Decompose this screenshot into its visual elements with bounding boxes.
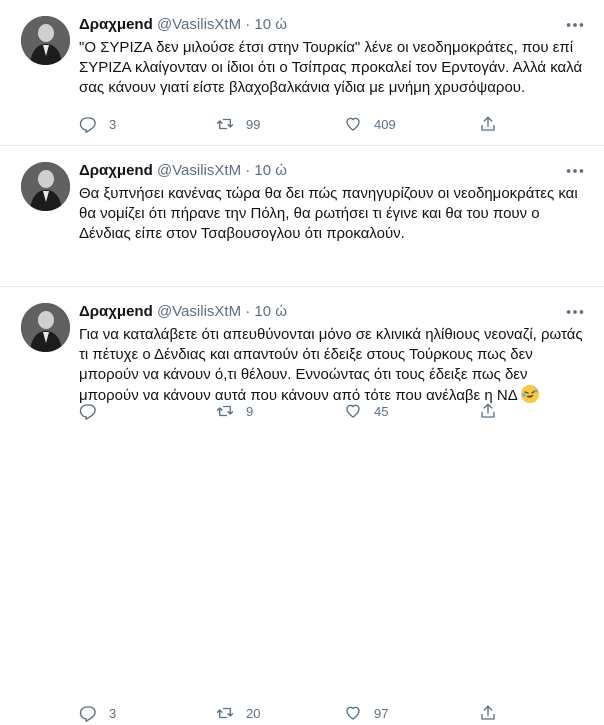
display-name[interactable]: Δραχμend [79,162,153,179]
tweet-text-content: Για να καταλάβετε ότι απευθύνονται μόνο … [79,326,583,404]
heart-icon [346,706,360,720]
more-icon[interactable] [564,160,586,182]
like-count: 97 [374,705,389,721]
avatar[interactable] [21,162,70,211]
reply-button[interactable]: 3 [79,112,116,136]
rolling-on-floor-laughing-emoji [521,385,540,403]
tweet-text: Για να καταλάβετε ότι απευθύνονται μόνο … [79,325,589,406]
retweet-count: 20 [246,705,261,721]
user-handle[interactable]: @VasilisXtM [157,16,241,33]
heart-icon [346,117,360,131]
retweet-count: 99 [246,116,261,132]
retweet-icon [216,118,234,130]
separator-dot: · [245,16,251,33]
separator-dot: · [245,303,251,320]
more-icon[interactable] [564,301,586,323]
user-handle[interactable]: @VasilisXtM [157,303,241,320]
like-button[interactable]: 409 [344,112,396,136]
tweet-actions: 3 99 409 [79,112,579,136]
like-button[interactable]: 97 [344,701,388,725]
retweet-icon [216,707,234,719]
reply-count: 3 [109,705,117,721]
avatar[interactable] [21,16,70,65]
user-handle[interactable]: @VasilisXtM [157,162,241,179]
timestamp[interactable]: 10 ώ [254,162,287,179]
tweet-header: Δραχμend @VasilisXtM · 10 ώ [79,15,287,35]
avatar[interactable] [21,303,70,352]
tweet[interactable]: Δραχμend @VasilisXtM · 10 ώ Για να καταλ… [0,287,604,722]
reply-button[interactable]: 3 [79,701,116,725]
reply-icon [79,117,96,133]
retweet-button[interactable]: 99 [216,112,260,136]
tweet[interactable]: Δραχμend @VasilisXtM · 10 ώ "Ο ΣΥΡΙΖΑ δε… [0,0,604,146]
retweet-button[interactable]: 20 [216,701,260,725]
tweet-header: Δραχμend @VasilisXtM · 10 ώ [79,161,287,181]
share-icon [481,705,495,720]
tweet-text: Θα ξυπνήσει κανένας τώρα θα δει πώς πανη… [79,185,578,242]
share-button[interactable] [479,701,509,725]
tweet[interactable]: Δραχμend @VasilisXtM · 10 ώ Θα ξυπνήσει … [0,146,604,420]
share-icon [481,116,495,131]
display-name[interactable]: Δραχμend [79,16,153,33]
timestamp[interactable]: 10 ώ [254,16,287,33]
like-count: 409 [374,116,396,132]
tweet-actions: 3 20 97 [79,701,579,725]
reply-count: 3 [109,116,117,132]
timestamp[interactable]: 10 ώ [254,303,287,320]
tweet-header: Δραχμend @VasilisXtM · 10 ώ [79,302,287,322]
tweet-text: "Ο ΣΥΡΙΖΑ δεν μιλούσε έτσι στην Τουρκία"… [79,39,583,96]
reply-icon [79,706,96,722]
tweet-feed: Δραχμend @VasilisXtM · 10 ώ "Ο ΣΥΡΙΖΑ δε… [0,0,604,722]
share-button[interactable] [479,112,509,136]
separator-dot: · [245,162,251,179]
display-name[interactable]: Δραχμend [79,303,153,320]
more-icon[interactable] [564,14,586,36]
